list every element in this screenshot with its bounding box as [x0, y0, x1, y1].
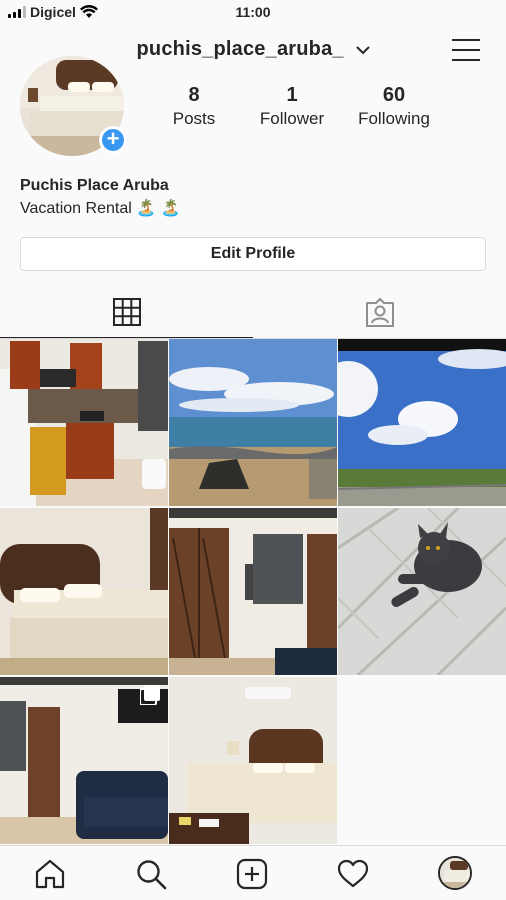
- search-icon[interactable]: [135, 858, 167, 890]
- profile-name: Puchis Place Aruba: [20, 177, 169, 194]
- profile-bio: Vacation Rental 🏝️ 🏝️: [20, 200, 181, 217]
- activity-heart-icon[interactable]: [337, 858, 369, 890]
- post-thumbnail[interactable]: [169, 677, 337, 844]
- add-post-icon[interactable]: [236, 858, 268, 890]
- status-time: 11:00: [235, 4, 271, 20]
- grid-icon: [112, 298, 141, 326]
- home-icon[interactable]: [34, 858, 66, 890]
- post-thumbnail[interactable]: [338, 339, 506, 506]
- post-thumbnail[interactable]: [169, 339, 337, 506]
- following-count-label: Following: [358, 109, 430, 128]
- tab-tagged[interactable]: [253, 284, 506, 338]
- tab-grid[interactable]: [0, 284, 253, 338]
- profile-stats: 8 Posts 1 Follower 60 Following: [148, 84, 488, 129]
- bottom-navigation: [0, 845, 506, 900]
- posts-count[interactable]: 8 Posts: [148, 84, 240, 129]
- edit-profile-button[interactable]: Edit Profile: [20, 237, 486, 271]
- profile-avatar[interactable]: [438, 856, 472, 890]
- followers-count-value: 1: [286, 84, 298, 106]
- profile-tabs: [0, 284, 506, 338]
- chevron-down-icon[interactable]: [355, 45, 370, 55]
- post-thumbnail[interactable]: [169, 508, 337, 675]
- tagged-icon: [365, 298, 394, 327]
- following-count-value: 60: [382, 84, 406, 106]
- post-grid: [0, 339, 506, 844]
- post-thumbnail[interactable]: [338, 508, 506, 675]
- posts-count-label: Posts: [172, 109, 216, 128]
- followers-count-label: Follower: [259, 109, 325, 128]
- post-thumbnail[interactable]: [0, 339, 168, 506]
- multiple-photos-icon: [140, 685, 160, 705]
- username[interactable]: puchis_place_aruba_: [137, 38, 344, 60]
- post-thumbnail[interactable]: [0, 508, 168, 675]
- add-story-icon[interactable]: +: [99, 126, 127, 154]
- status-bar: Digicel 11:00: [0, 0, 506, 24]
- followers-count[interactable]: 1 Follower: [240, 84, 344, 129]
- posts-count-value: 8: [188, 84, 200, 106]
- following-count[interactable]: 60 Following: [344, 84, 444, 129]
- menu-icon[interactable]: [452, 39, 480, 63]
- post-thumbnail[interactable]: [0, 677, 168, 844]
